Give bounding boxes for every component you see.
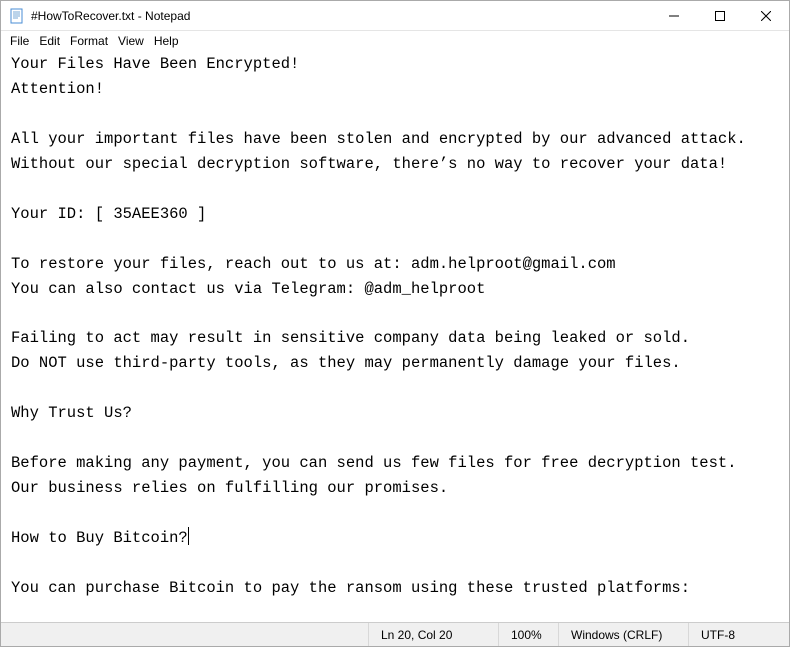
minimize-button[interactable] <box>651 1 697 30</box>
menubar: File Edit Format View Help <box>1 31 789 51</box>
window-title: #HowToRecover.txt - Notepad <box>31 9 190 23</box>
menu-help[interactable]: Help <box>149 33 184 49</box>
status-zoom: 100% <box>499 623 559 646</box>
status-spacer <box>1 623 369 646</box>
notepad-icon <box>9 8 25 24</box>
status-position: Ln 20, Col 20 <box>369 623 499 646</box>
statusbar: Ln 20, Col 20 100% Windows (CRLF) UTF-8 <box>1 622 789 646</box>
close-button[interactable] <box>743 1 789 30</box>
menu-edit[interactable]: Edit <box>34 33 65 49</box>
titlebar: #HowToRecover.txt - Notepad <box>1 1 789 31</box>
status-line-ending: Windows (CRLF) <box>559 623 689 646</box>
maximize-button[interactable] <box>697 1 743 30</box>
menu-format[interactable]: Format <box>65 33 113 49</box>
window-controls <box>651 1 789 30</box>
menu-file[interactable]: File <box>5 33 34 49</box>
menu-view[interactable]: View <box>113 33 149 49</box>
text-caret <box>188 527 189 545</box>
status-encoding: UTF-8 <box>689 623 789 646</box>
text-editor[interactable]: Your Files Have Been Encrypted! Attentio… <box>1 51 789 622</box>
